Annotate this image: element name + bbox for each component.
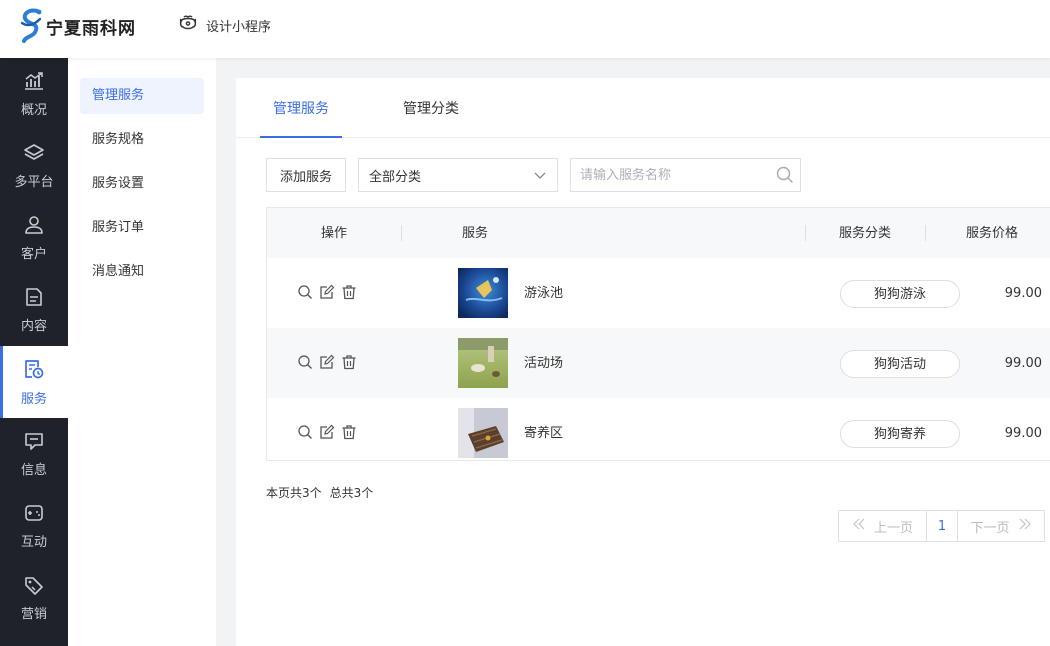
category-select-value: 全部分类 bbox=[369, 169, 422, 185]
delete-icon[interactable] bbox=[341, 284, 357, 300]
table-summary: 本页共3个 总共3个 bbox=[266, 484, 373, 501]
nav-label: 多平台 bbox=[14, 174, 54, 190]
double-chevron-right-icon bbox=[1018, 518, 1032, 534]
delete-icon[interactable] bbox=[341, 424, 357, 440]
table-header: 操作 服务 服务分类 服务价格 bbox=[267, 208, 1050, 258]
delete-icon[interactable] bbox=[341, 354, 357, 370]
nav-item-multiplatform[interactable]: 多平台 bbox=[0, 130, 68, 202]
service-table: 操作 服务 服务分类 服务价格 游泳池 狗狗游泳 99.00 活动场 狗狗活动 … bbox=[266, 207, 1050, 461]
total-count-text: 总共3个 bbox=[329, 486, 374, 500]
nav-item-content[interactable]: 内容 bbox=[0, 274, 68, 346]
layers-icon bbox=[23, 143, 45, 167]
service-thumbnail bbox=[458, 408, 508, 458]
main-content: 管理服务 管理分类 添加服务 全部分类 操作 服务 服务分类 服务价格 bbox=[236, 78, 1050, 646]
tag-icon bbox=[23, 575, 45, 599]
edit-icon[interactable] bbox=[319, 284, 335, 300]
prev-page-button[interactable]: 上一页 bbox=[839, 511, 927, 541]
service-price: 99.00 bbox=[1004, 286, 1042, 301]
brand-name: 宁夏雨科网 bbox=[46, 18, 136, 39]
content-tabs: 管理服务 管理分类 bbox=[236, 78, 1050, 138]
row-actions bbox=[297, 424, 357, 440]
tab-manage-services[interactable]: 管理服务 bbox=[260, 78, 342, 138]
nav-label: 营销 bbox=[20, 606, 47, 622]
service-thumbnail bbox=[458, 268, 508, 318]
user-icon bbox=[23, 215, 45, 239]
nav-label: 概况 bbox=[20, 102, 47, 118]
nav-item-services[interactable]: 服务 bbox=[0, 346, 68, 418]
service-name: 活动场 bbox=[524, 356, 564, 371]
column-header-service: 服务 bbox=[462, 226, 489, 241]
sub-item-notifications[interactable]: 消息通知 bbox=[80, 254, 204, 290]
column-separator bbox=[401, 225, 402, 241]
brand-logo[interactable]: 宁夏雨科网 bbox=[18, 6, 136, 46]
next-page-button[interactable]: 下一页 bbox=[958, 511, 1044, 541]
category-badge: 狗狗寄养 bbox=[840, 420, 960, 448]
page-count-text: 本页共3个 bbox=[266, 486, 322, 500]
view-icon[interactable] bbox=[297, 354, 313, 370]
column-separator bbox=[805, 225, 806, 241]
sub-item-service-settings[interactable]: 服务设置 bbox=[80, 166, 204, 202]
nav-label: 信息 bbox=[20, 462, 47, 478]
double-chevron-left-icon bbox=[852, 518, 866, 534]
category-select[interactable]: 全部分类 bbox=[358, 158, 558, 192]
next-page-label: 下一页 bbox=[970, 520, 1010, 536]
table-row: 活动场 狗狗活动 99.00 bbox=[267, 328, 1050, 398]
view-icon[interactable] bbox=[297, 424, 313, 440]
service-price: 99.00 bbox=[1004, 356, 1042, 371]
nav-label: 内容 bbox=[20, 318, 47, 334]
column-header-actions: 操作 bbox=[321, 226, 348, 241]
view-icon[interactable] bbox=[297, 284, 313, 300]
row-actions bbox=[297, 354, 357, 370]
nav-item-messages[interactable]: 信息 bbox=[0, 418, 68, 490]
chevron-down-icon bbox=[533, 168, 547, 186]
add-service-button[interactable]: 添加服务 bbox=[266, 158, 346, 192]
service-sub-menu: 管理服务 服务规格 服务设置 服务订单 消息通知 bbox=[68, 58, 216, 646]
nav-item-interaction[interactable]: 互动 bbox=[0, 490, 68, 562]
sub-item-manage-services[interactable]: 管理服务 bbox=[80, 78, 204, 114]
edit-icon[interactable] bbox=[319, 354, 335, 370]
sub-item-service-specs[interactable]: 服务规格 bbox=[80, 122, 204, 158]
service-name: 寄养区 bbox=[524, 426, 564, 441]
nav-item-overview[interactable]: 概况 bbox=[0, 58, 68, 130]
column-header-price: 服务价格 bbox=[966, 226, 1019, 241]
nav-label: 客户 bbox=[20, 246, 47, 262]
service-name: 游泳池 bbox=[524, 286, 564, 301]
service-price: 99.00 bbox=[1004, 426, 1042, 441]
nav-item-marketing[interactable]: 营销 bbox=[0, 562, 68, 634]
category-badge: 狗狗活动 bbox=[840, 350, 960, 378]
category-badge: 狗狗游泳 bbox=[840, 280, 960, 308]
page-number-current[interactable]: 1 bbox=[927, 511, 958, 541]
table-row: 寄养区 狗狗寄养 99.00 bbox=[267, 398, 1050, 468]
design-miniprogram-link[interactable]: 设计小程序 bbox=[178, 14, 271, 36]
service-thumbnail bbox=[458, 338, 508, 388]
top-bar: 宁夏雨科网 设计小程序 bbox=[0, 0, 1050, 58]
chart-trend-icon bbox=[23, 71, 45, 95]
row-actions bbox=[297, 284, 357, 300]
prev-page-label: 上一页 bbox=[873, 520, 913, 536]
pagination: 上一页 1 下一页 bbox=[838, 510, 1045, 542]
document-icon bbox=[23, 287, 45, 311]
search-icon[interactable] bbox=[776, 166, 794, 188]
tab-manage-categories[interactable]: 管理分类 bbox=[394, 78, 468, 138]
sub-item-service-orders[interactable]: 服务订单 bbox=[80, 210, 204, 246]
logo-mark-icon bbox=[18, 7, 44, 45]
nav-label: 服务 bbox=[20, 391, 47, 407]
service-doc-icon bbox=[23, 358, 45, 384]
column-separator bbox=[925, 225, 926, 241]
service-search bbox=[570, 158, 801, 192]
design-link-label: 设计小程序 bbox=[206, 19, 272, 35]
nav-label: 互动 bbox=[20, 534, 47, 550]
message-icon bbox=[23, 431, 45, 455]
edit-icon[interactable] bbox=[319, 424, 335, 440]
main-sidebar: 概况 多平台 客户 内容 服务 信息 互动 营销 bbox=[0, 58, 68, 646]
gamepad-icon bbox=[23, 503, 45, 527]
table-row: 游泳池 狗狗游泳 99.00 bbox=[267, 258, 1050, 328]
miniprogram-icon bbox=[178, 14, 198, 36]
column-header-category: 服务分类 bbox=[839, 226, 892, 241]
nav-item-customers[interactable]: 客户 bbox=[0, 202, 68, 274]
search-input[interactable] bbox=[571, 160, 761, 190]
